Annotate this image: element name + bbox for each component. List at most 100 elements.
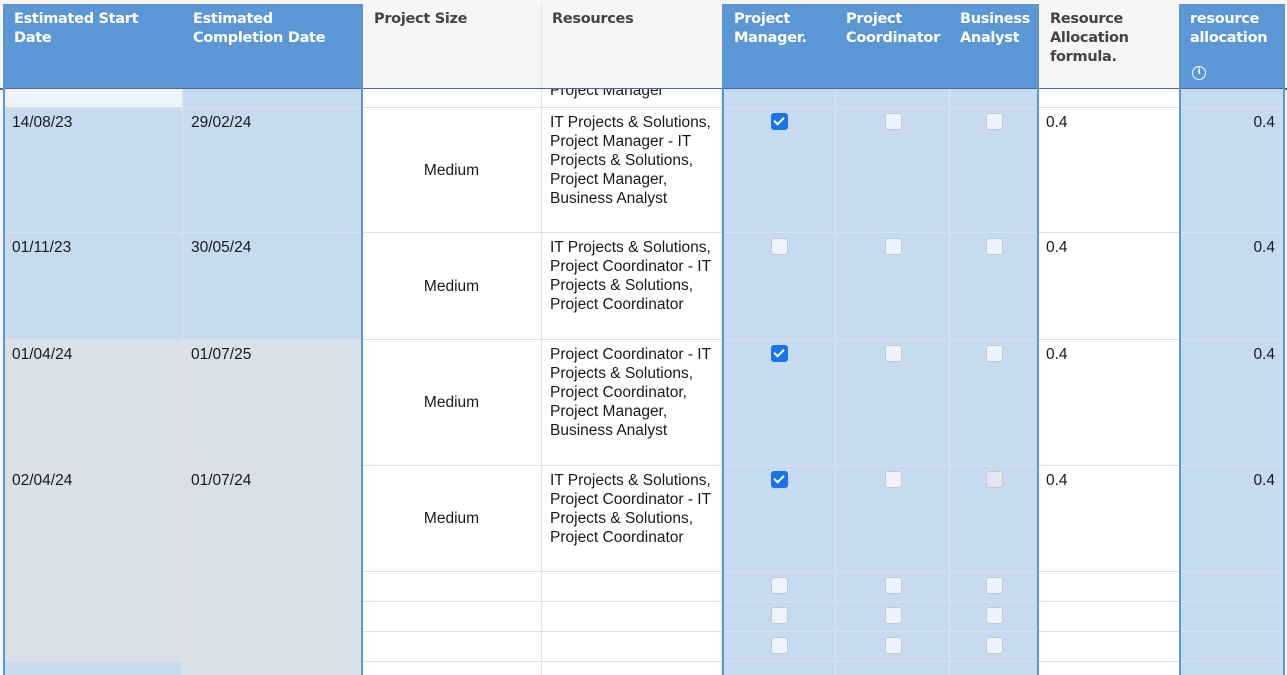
project-coordinator-checkbox[interactable] <box>884 471 902 488</box>
business-analyst-checkbox[interactable] <box>985 637 1003 654</box>
start-date-cell[interactable] <box>4 89 183 108</box>
completion-date-cell[interactable] <box>183 89 362 108</box>
project-size-cell[interactable]: Medium <box>362 233 542 340</box>
resource-allocation-formula-cell[interactable] <box>1038 662 1180 675</box>
project-size-cell[interactable] <box>362 662 542 675</box>
project-coordinator-checkbox[interactable] <box>884 577 902 594</box>
project-manager-checkbox[interactable] <box>770 345 788 362</box>
resource-allocation-cell[interactable]: 0.4 <box>1180 340 1284 466</box>
resources-cell[interactable]: IT Projects & Solutions, Project Manager… <box>542 108 722 233</box>
project-manager-checkbox[interactable] <box>770 113 788 130</box>
resources-cell[interactable]: Project Manager <box>542 89 722 108</box>
resource-allocation-cell[interactable] <box>1180 662 1284 675</box>
project-manager-cell[interactable] <box>722 466 836 572</box>
business-analyst-checkbox[interactable] <box>985 577 1003 594</box>
project-coordinator-cell[interactable] <box>836 340 950 466</box>
project-size-cell[interactable]: Medium <box>362 466 542 572</box>
completion-date-cell[interactable] <box>183 572 362 602</box>
project-manager-cell[interactable] <box>722 662 836 675</box>
resource-allocation-formula-cell[interactable]: 0.4 <box>1038 340 1180 466</box>
business-analyst-cell[interactable] <box>950 466 1038 572</box>
business-analyst-checkbox[interactable] <box>985 238 1003 255</box>
start-date-cell[interactable]: 01/11/23 <box>4 233 183 340</box>
resource-allocation-cell[interactable]: 0.4 <box>1180 233 1284 340</box>
project-size-cell[interactable]: Medium <box>362 340 542 466</box>
completion-date-cell[interactable]: 01/07/24 <box>183 466 362 572</box>
resource-allocation-cell[interactable] <box>1180 602 1284 632</box>
project-manager-cell[interactable] <box>722 89 836 108</box>
header-resource-allocation-formula[interactable]: Resource Allocation formula. <box>1040 4 1180 89</box>
project-size-cell[interactable] <box>362 602 542 632</box>
resources-cell[interactable] <box>542 632 722 662</box>
project-manager-cell[interactable] <box>722 108 836 233</box>
project-size-cell[interactable] <box>362 572 542 602</box>
project-coordinator-checkbox[interactable] <box>884 113 902 130</box>
project-coordinator-cell[interactable] <box>836 632 950 662</box>
completion-date-cell[interactable]: 01/07/25 <box>183 340 362 466</box>
business-analyst-checkbox[interactable] <box>985 345 1003 362</box>
resources-cell[interactable]: Project Coordinator - IT Projects & Solu… <box>542 340 722 466</box>
project-manager-cell[interactable] <box>722 233 836 340</box>
project-coordinator-cell[interactable] <box>836 108 950 233</box>
project-coordinator-cell[interactable] <box>836 662 950 675</box>
business-analyst-cell[interactable] <box>950 340 1038 466</box>
resource-allocation-cell[interactable] <box>1180 89 1284 108</box>
resource-allocation-formula-cell[interactable]: 0.4 <box>1038 233 1180 340</box>
completion-date-cell[interactable] <box>183 632 362 662</box>
header-estimated-start-date[interactable]: Estimated Start Date <box>4 4 183 89</box>
project-coordinator-cell[interactable] <box>836 572 950 602</box>
business-analyst-checkbox[interactable] <box>985 471 1003 488</box>
resources-cell[interactable] <box>542 572 722 602</box>
business-analyst-cell[interactable] <box>950 108 1038 233</box>
start-date-cell[interactable] <box>4 572 183 602</box>
project-manager-checkbox[interactable] <box>770 577 788 594</box>
header-project-size[interactable]: Project Size <box>364 4 542 89</box>
project-manager-checkbox[interactable] <box>770 471 788 488</box>
info-icon[interactable]: i <box>1192 66 1206 80</box>
start-date-cell[interactable]: 14/08/23 <box>4 108 183 233</box>
project-manager-checkbox[interactable] <box>770 607 788 624</box>
project-size-cell[interactable]: Medium <box>362 108 542 233</box>
start-date-cell[interactable]: 02/04/24 <box>4 466 183 572</box>
business-analyst-checkbox[interactable] <box>985 607 1003 624</box>
start-date-cell[interactable] <box>4 662 183 675</box>
header-estimated-completion-date[interactable]: Estimated Completion Date <box>183 4 362 89</box>
start-date-cell[interactable] <box>4 632 183 662</box>
project-coordinator-checkbox[interactable] <box>884 607 902 624</box>
resource-allocation-formula-cell[interactable] <box>1038 89 1180 108</box>
project-manager-checkbox[interactable] <box>770 238 788 255</box>
resources-cell[interactable]: IT Projects & Solutions, Project Coordin… <box>542 466 722 572</box>
header-business-analyst[interactable]: Business Analyst <box>950 4 1038 89</box>
project-size-cell[interactable] <box>362 632 542 662</box>
project-coordinator-cell[interactable] <box>836 233 950 340</box>
resources-cell[interactable] <box>542 662 722 675</box>
project-coordinator-cell[interactable] <box>836 466 950 572</box>
header-project-manager[interactable]: Project Manager. <box>724 4 836 89</box>
resource-allocation-cell[interactable]: 0.4 <box>1180 466 1284 572</box>
project-manager-cell[interactable] <box>722 340 836 466</box>
project-coordinator-cell[interactable] <box>836 602 950 632</box>
business-analyst-cell[interactable] <box>950 89 1038 108</box>
resource-allocation-cell[interactable] <box>1180 572 1284 602</box>
project-coordinator-cell[interactable] <box>836 89 950 108</box>
resource-allocation-cell[interactable] <box>1180 632 1284 662</box>
project-manager-cell[interactable] <box>722 572 836 602</box>
project-coordinator-checkbox[interactable] <box>884 345 902 362</box>
project-manager-cell[interactable] <box>722 632 836 662</box>
resource-allocation-formula-cell[interactable] <box>1038 572 1180 602</box>
project-coordinator-checkbox[interactable] <box>884 238 902 255</box>
project-size-cell[interactable] <box>362 89 542 108</box>
header-resource-allocation[interactable]: resource allocation i <box>1180 4 1284 89</box>
header-resources[interactable]: Resources <box>542 4 722 89</box>
project-manager-checkbox[interactable] <box>770 637 788 654</box>
resource-allocation-formula-cell[interactable] <box>1038 632 1180 662</box>
business-analyst-cell[interactable] <box>950 572 1038 602</box>
completion-date-cell[interactable]: 29/02/24 <box>183 108 362 233</box>
resource-allocation-cell[interactable]: 0.4 <box>1180 108 1284 233</box>
business-analyst-cell[interactable] <box>950 602 1038 632</box>
business-analyst-cell[interactable] <box>950 662 1038 675</box>
business-analyst-checkbox[interactable] <box>985 113 1003 130</box>
resources-cell[interactable]: IT Projects & Solutions, Project Coordin… <box>542 233 722 340</box>
project-coordinator-checkbox[interactable] <box>884 637 902 654</box>
header-project-coordinator[interactable]: Project Coordinator <box>836 4 950 89</box>
